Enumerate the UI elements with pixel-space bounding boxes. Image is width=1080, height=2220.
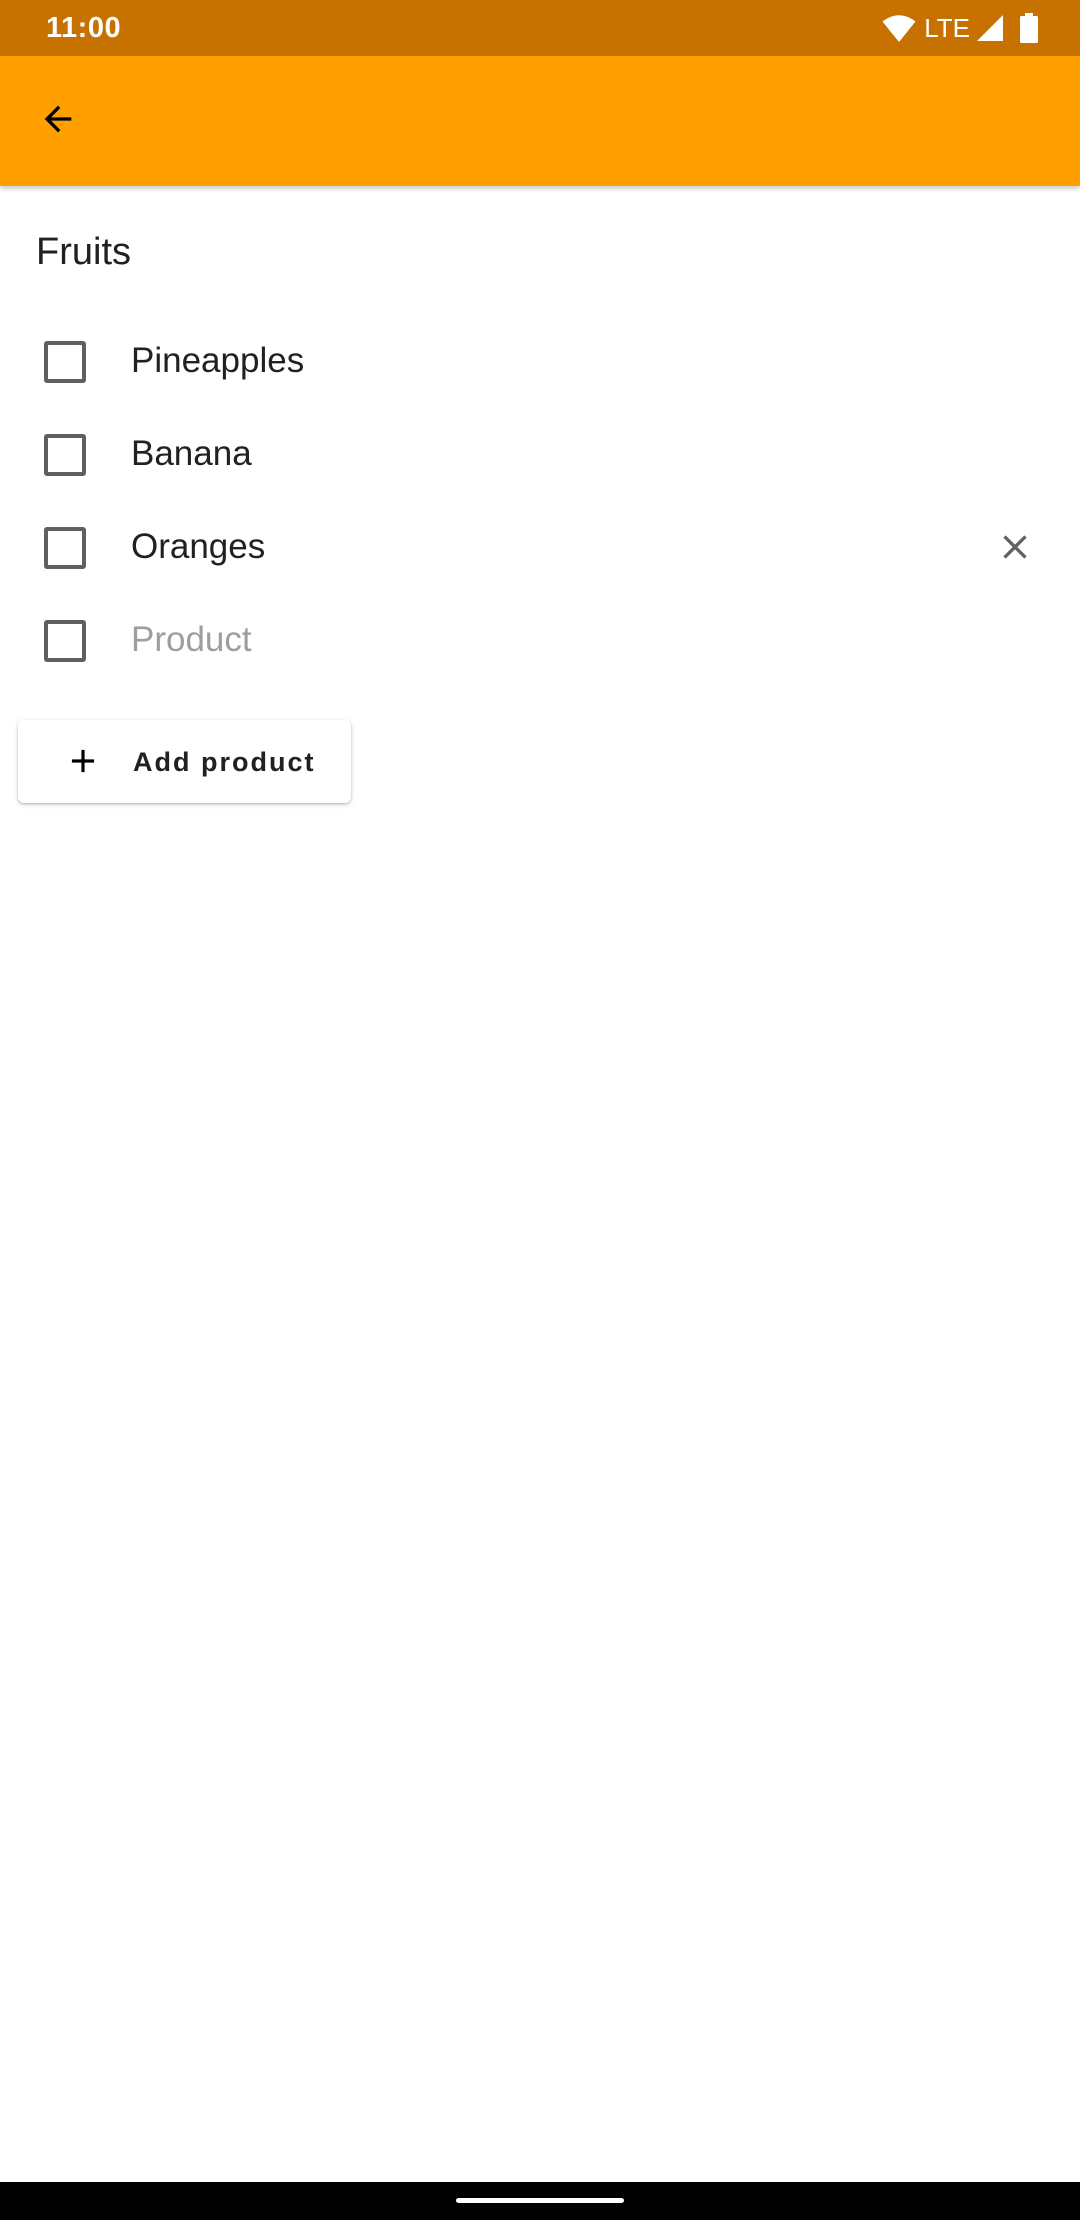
remove-product-button[interactable]	[980, 518, 1050, 580]
product-checkbox[interactable]	[44, 620, 86, 662]
status-icons: LTE	[882, 11, 1038, 45]
home-gesture-handle[interactable]	[456, 2198, 624, 2203]
arrow-back-icon	[38, 99, 78, 144]
status-time: 11:00	[46, 12, 122, 44]
product-row: Oranges	[0, 502, 1080, 595]
status-bar: 11:00 LTE	[0, 0, 1080, 56]
close-icon	[995, 527, 1035, 572]
list-title[interactable]: Fruits	[36, 228, 131, 276]
product-row: Pineapples	[0, 316, 1080, 409]
navigation-bar	[0, 2182, 1080, 2220]
app-bar	[0, 56, 1080, 186]
network-type-label: LTE	[924, 13, 970, 43]
product-checkbox[interactable]	[44, 434, 86, 476]
battery-icon	[1020, 13, 1038, 43]
new-product-row	[0, 595, 1080, 688]
wifi-icon	[882, 13, 916, 43]
product-row: Banana	[0, 409, 1080, 502]
back-button[interactable]	[22, 85, 94, 157]
product-name[interactable]: Oranges	[131, 524, 265, 570]
cell-signal-icon	[976, 14, 1004, 42]
product-checkbox[interactable]	[44, 527, 86, 569]
product-checkbox[interactable]	[44, 341, 86, 383]
new-product-input[interactable]	[131, 613, 911, 667]
plus-icon	[64, 742, 102, 780]
add-product-label: Add product	[133, 747, 316, 777]
product-name[interactable]: Pineapples	[131, 338, 304, 384]
add-product-button[interactable]: Add product	[18, 720, 351, 803]
product-name[interactable]: Banana	[131, 431, 252, 477]
